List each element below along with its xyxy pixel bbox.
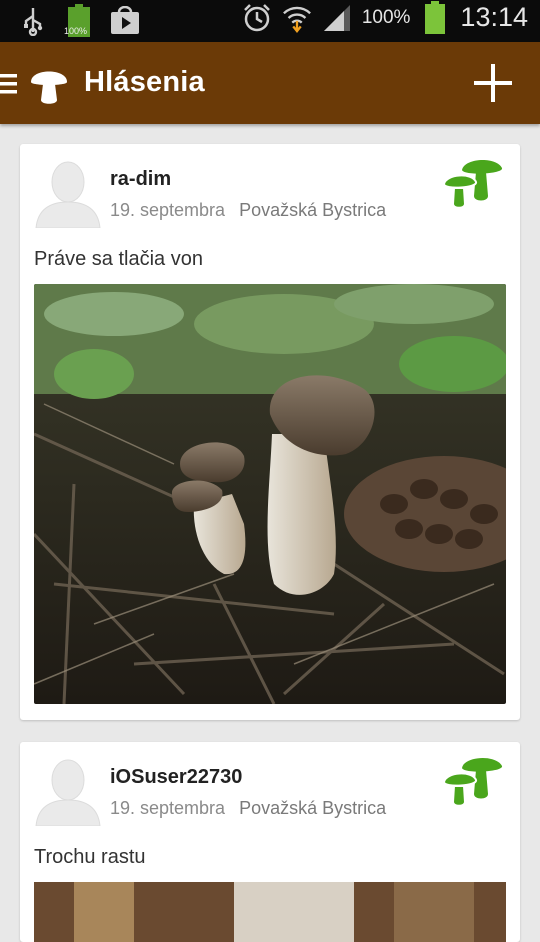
add-icon[interactable] [472, 62, 514, 104]
usb-icon [18, 6, 48, 36]
battery-small-label: 100% [64, 26, 88, 36]
clock: 13:14 [460, 2, 528, 32]
post-photo[interactable] [34, 284, 506, 704]
battery-percent: 100% [361, 6, 411, 28]
post-photo[interactable] [34, 882, 506, 942]
post-text: Práve sa tlačia von [34, 248, 203, 270]
mushroom-badge-icon [442, 754, 506, 808]
post-date: 19. septembra [110, 798, 226, 818]
wifi-icon [282, 3, 312, 33]
avatar[interactable] [34, 754, 102, 827]
post-card[interactable]: ra-dim 19. septembra Považská Bystrica P… [20, 144, 520, 720]
post-meta: 19. septembra Považská Bystrica [110, 200, 386, 221]
post-username[interactable]: iOSuser22730 [110, 766, 242, 789]
status-bar: 100% 100% 13:14 [0, 0, 540, 42]
mushroom-logo-icon[interactable] [28, 62, 70, 106]
play-store-icon [110, 6, 140, 36]
avatar[interactable] [34, 156, 102, 229]
post-meta: 19. septembra Považská Bystrica [110, 798, 386, 819]
mushroom-badge-icon [442, 156, 506, 210]
app-bar: Hlásenia [0, 42, 540, 124]
page-title: Hlásenia [84, 66, 205, 98]
battery-icon [420, 0, 450, 34]
signal-icon [322, 3, 352, 33]
post-text: Trochu rastu [34, 846, 146, 868]
post-location: Považská Bystrica [239, 200, 387, 220]
post-card[interactable]: iOSuser22730 19. septembra Považská Byst… [20, 742, 520, 942]
alarm-icon [242, 3, 272, 33]
menu-icon[interactable] [0, 72, 18, 96]
post-date: 19. septembra [110, 200, 226, 220]
post-location: Považská Bystrica [239, 798, 387, 818]
battery-small-icon: 100% [64, 4, 94, 37]
post-username[interactable]: ra-dim [110, 168, 171, 191]
